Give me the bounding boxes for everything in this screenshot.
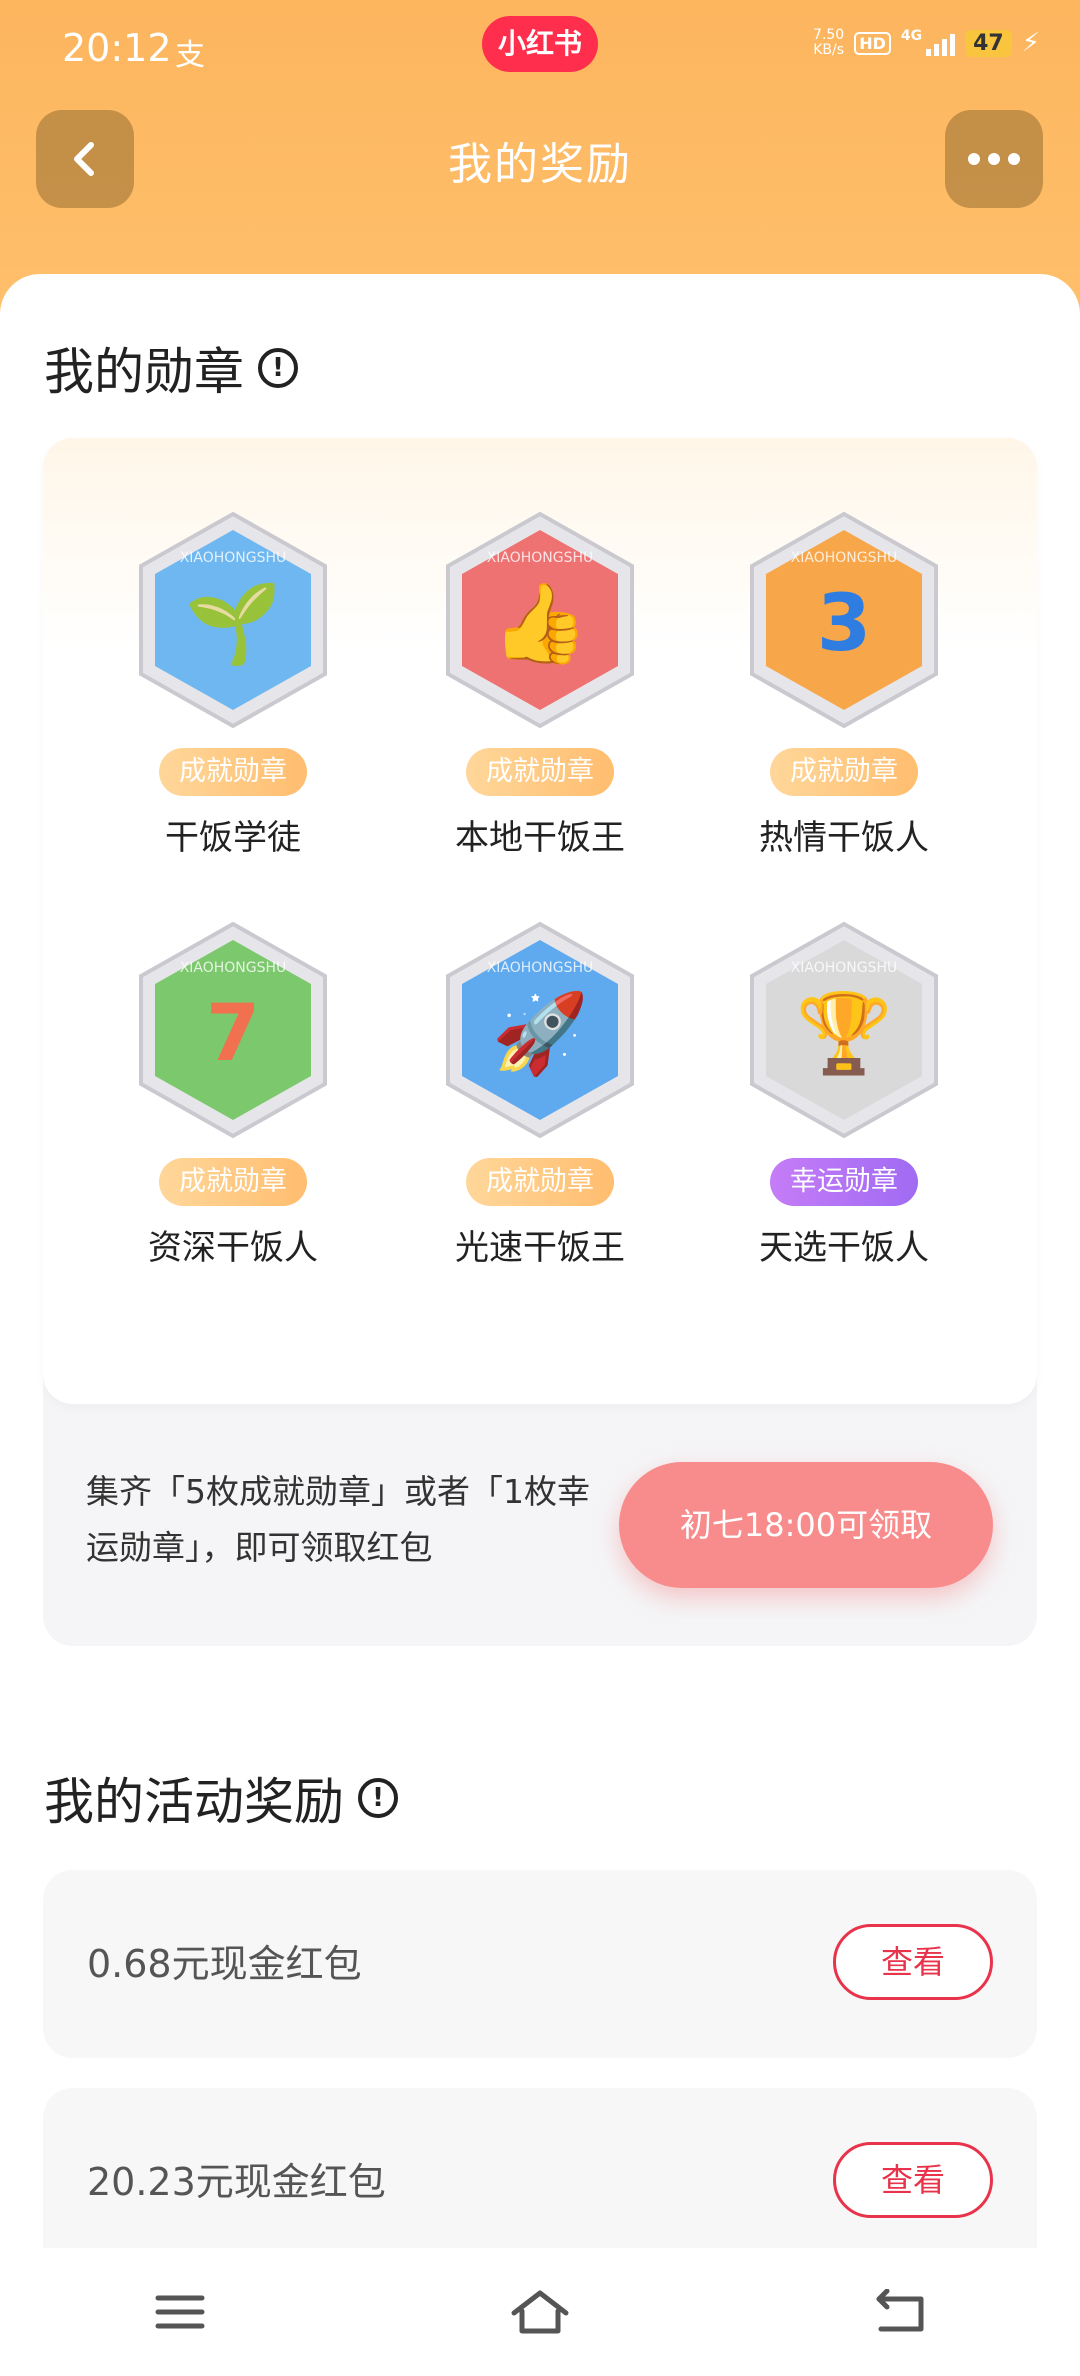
page-title: 我的奖励 xyxy=(448,139,632,190)
svg-text:🚀: 🚀 xyxy=(491,989,588,1079)
medal-item[interactable]: XIAOHONGSHU 🚀 成就勋章光速干饭王 xyxy=(390,920,690,1269)
svg-text:XIAOHONGSHU: XIAOHONGSHU xyxy=(180,550,287,566)
medal-item[interactable]: XIAOHONGSHU 👍 成就勋章本地干饭王 xyxy=(390,510,690,859)
reward-row: 0.68元现金红包 查看 xyxy=(43,1870,1037,2058)
view-button[interactable]: 查看 xyxy=(833,2142,993,2218)
menu-icon xyxy=(155,2295,205,2329)
medal-name: 天选干饭人 xyxy=(759,1228,929,1268)
info-icon[interactable]: ! xyxy=(358,1778,398,1818)
svg-text:XIAOHONGSHU: XIAOHONGSHU xyxy=(487,550,594,566)
net-speed: 7.50 KB/s xyxy=(813,28,844,58)
number-3-badge-icon: XIAOHONGSHU 3 xyxy=(750,511,938,729)
rocket-badge-icon: XIAOHONGSHU 🚀 xyxy=(446,921,634,1139)
medal-item[interactable]: XIAOHONGSHU 🌱 成就勋章干饭学徒 xyxy=(83,510,383,859)
number-7-badge-icon: XIAOHONGSHU 7 xyxy=(139,921,327,1139)
info-icon[interactable]: ! xyxy=(258,348,298,388)
medal-tag: 成就勋章 xyxy=(159,1158,307,1206)
status-bar: 20:12 支 小红书 7.50 KB/s HD 4G 47 ⚡ xyxy=(0,0,1080,100)
svg-text:3: 3 xyxy=(817,579,871,669)
claim-button[interactable]: 初七18:00可领取 xyxy=(619,1462,993,1588)
trophy-badge-icon: XIAOHONGSHU 🏆 xyxy=(750,921,938,1139)
more-icon xyxy=(968,153,1020,165)
network-type: 4G xyxy=(900,28,923,44)
medal-tag: 成就勋章 xyxy=(466,1158,614,1206)
medal-name: 本地干饭王 xyxy=(455,818,625,858)
reward-label: 0.68元现金红包 xyxy=(87,1942,362,1986)
claim-tip: 集齐「5枚成就勋章」或者「1枚幸运勋章」，即可领取红包 xyxy=(86,1472,590,1567)
svg-text:🌱: 🌱 xyxy=(184,579,281,669)
thumbs-up-badge-icon: XIAOHONGSHU 👍 xyxy=(446,511,634,729)
medal-tag: 成就勋章 xyxy=(466,748,614,796)
medal-item[interactable]: XIAOHONGSHU 7 成就勋章资深干饭人 xyxy=(83,920,383,1269)
medal-name: 热情干饭人 xyxy=(759,818,929,858)
medal-tag: 幸运勋章 xyxy=(770,1158,918,1206)
medal-name: 资深干饭人 xyxy=(148,1228,318,1268)
status-time: 20:12 xyxy=(62,26,172,70)
svg-text:👍: 👍 xyxy=(491,579,588,669)
svg-text:XIAOHONGSHU: XIAOHONGSHU xyxy=(180,960,287,976)
home-icon xyxy=(511,2290,569,2334)
svg-text:XIAOHONGSHU: XIAOHONGSHU xyxy=(487,960,594,976)
medal-name: 光速干饭王 xyxy=(455,1228,625,1268)
alipay-icon: 支 xyxy=(175,38,205,73)
medal-item[interactable]: XIAOHONGSHU 🏆 幸运勋章天选干饭人 xyxy=(694,920,994,1269)
system-nav-bar xyxy=(0,2248,1080,2376)
medals-title-text: 我的勋章 xyxy=(44,343,244,401)
menu-button[interactable] xyxy=(120,2262,240,2362)
svg-text:XIAOHONGSHU: XIAOHONGSHU xyxy=(791,550,898,566)
svg-text:7: 7 xyxy=(206,989,260,1079)
medal-item[interactable]: XIAOHONGSHU 3 成就勋章热情干饭人 xyxy=(694,510,994,859)
back-icon xyxy=(876,2289,924,2332)
sprout-badge-icon: XIAOHONGSHU 🌱 xyxy=(139,511,327,729)
activity-title-text: 我的活动奖励 xyxy=(44,1773,344,1831)
svg-text:🏆: 🏆 xyxy=(795,989,892,1079)
svg-text:XIAOHONGSHU: XIAOHONGSHU xyxy=(791,960,898,976)
hd-icon: HD xyxy=(854,31,891,55)
net-speed-value: 7.50 xyxy=(813,27,845,43)
home-button[interactable] xyxy=(480,2262,600,2362)
medal-name: 干饭学徒 xyxy=(165,818,301,858)
net-speed-unit: KB/s xyxy=(813,42,845,58)
view-button[interactable]: 查看 xyxy=(833,1924,993,2000)
app-pill: 小红书 xyxy=(482,16,598,72)
battery-level: 47 xyxy=(965,29,1012,57)
status-indicators: 7.50 KB/s HD 4G 47 ⚡ xyxy=(813,28,1040,59)
medals-section-title: 我的勋章 ! xyxy=(44,332,298,404)
medal-tag: 成就勋章 xyxy=(159,748,307,796)
medal-tag: 成就勋章 xyxy=(770,748,918,796)
more-button[interactable] xyxy=(945,110,1043,208)
back-nav-button[interactable] xyxy=(840,2262,960,2362)
activity-section-title: 我的活动奖励 ! xyxy=(44,1762,398,1834)
signal-icon xyxy=(926,30,956,56)
charging-icon: ⚡ xyxy=(1021,28,1040,58)
